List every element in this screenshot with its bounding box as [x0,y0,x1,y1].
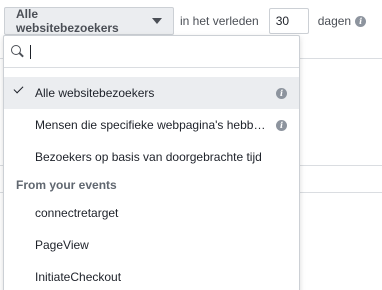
in-past-label: in het verleden [180,14,259,28]
option-label: Bezoekers op basis van doorgebrachte tij… [35,150,262,164]
option-specific-pages[interactable]: Mensen die specifieke webpagina's hebben… [4,109,299,141]
text-cursor [30,44,31,59]
days-label: dagen [317,14,352,28]
search-icon [11,44,25,59]
event-label: connectretarget [35,206,119,220]
search-row [4,36,299,68]
event-option-initiatecheckout[interactable]: InitiateCheckout [4,261,299,290]
event-option-connectretarget[interactable]: connectretarget [4,197,299,229]
audience-dropdown-button[interactable]: Alle websitebezoekers [4,7,174,35]
option-list: Alle websitebezoekers i Mensen die speci… [4,77,299,290]
search-input[interactable] [41,41,299,62]
events-section-header: From your events [16,178,117,192]
audience-dropdown-menu: Alle websitebezoekers i Mensen die speci… [3,35,300,290]
info-icon[interactable]: i [355,15,367,27]
info-icon[interactable]: i [276,87,287,99]
days-input[interactable] [268,8,309,34]
audience-toolbar: Alle websitebezoekers in het verleden da… [4,7,382,35]
audience-dropdown-label: Alle websitebezoekers [16,7,119,35]
event-label: InitiateCheckout [35,270,122,284]
option-all-website-visitors[interactable]: Alle websitebezoekers i [4,77,299,109]
check-icon [13,83,24,94]
caret-down-icon [152,18,162,24]
option-time-spent[interactable]: Bezoekers op basis van doorgebrachte tij… [4,141,299,173]
event-option-pageview[interactable]: PageView [4,229,299,261]
option-label: Mensen die specifieke webpagina's hebben… [35,118,268,132]
info-icon[interactable]: i [276,119,287,131]
option-label: Alle websitebezoekers [35,86,155,100]
event-label: PageView [35,238,89,252]
